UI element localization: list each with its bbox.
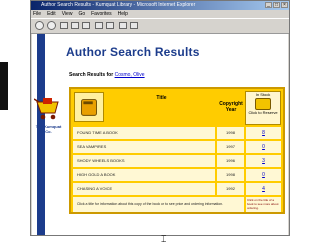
copyright-year: 1996 <box>217 155 244 167</box>
column-copyright: Copyright Year <box>219 91 243 125</box>
forward-icon[interactable] <box>47 21 56 30</box>
column-in-stock: In Stock Click to Reserve <box>245 91 281 125</box>
menu-view[interactable]: View <box>62 11 73 17</box>
sidebar-stripe <box>37 34 45 235</box>
column-copyright-label: Copyright Year <box>219 101 243 113</box>
table-footer: Click a title for information about this… <box>73 197 281 212</box>
search-icon[interactable] <box>95 22 103 29</box>
back-icon[interactable] <box>35 21 44 30</box>
left-edge-mark <box>0 62 8 110</box>
page-title: Author Search Results <box>66 45 200 59</box>
stop-icon[interactable] <box>60 22 68 29</box>
page-content: The Kumquat Co. Author Search Results Se… <box>32 34 288 235</box>
menu-file[interactable]: File <box>33 11 41 17</box>
mail-icon[interactable] <box>130 22 138 29</box>
in-stock-link[interactable]: 0 <box>246 141 281 153</box>
search-summary-label: Search Results for <box>69 72 114 78</box>
column-in-stock-label: In Stock <box>255 92 271 97</box>
book-title[interactable]: FOUND TIME A BOOK <box>73 127 215 139</box>
author-link[interactable]: Cosmo, Olive <box>115 72 145 78</box>
in-stock-link[interactable]: 3 <box>246 155 281 167</box>
print-icon[interactable] <box>119 22 127 29</box>
window-title: Author Search Results - Kumquat Library … <box>41 2 196 8</box>
minimize-icon[interactable]: _ <box>265 2 272 8</box>
browser-toolbar <box>31 18 289 34</box>
menu-edit[interactable]: Edit <box>47 11 56 17</box>
in-stock-link[interactable]: 4 <box>246 183 281 195</box>
copyright-year: 1998 <box>217 169 244 181</box>
menu-go[interactable]: Go <box>78 11 85 17</box>
search-summary: Search Results for Cosmo, Olive <box>69 72 145 78</box>
table-header: Title Copyright Year In Stock Click to R… <box>71 89 283 126</box>
title-bar: Author Search Results - Kumquat Library … <box>31 1 289 10</box>
copyright-year: 1997 <box>217 141 244 153</box>
in-stock-link[interactable]: 0 <box>246 169 281 181</box>
close-icon[interactable]: × <box>281 2 288 8</box>
book-icon <box>74 92 104 122</box>
reserve-book-icon <box>255 98 271 110</box>
refresh-icon[interactable] <box>71 22 79 29</box>
column-title: Title <box>156 95 167 101</box>
copyright-year: 1998 <box>217 127 244 139</box>
footer-note: Click a title for information about this… <box>73 197 244 212</box>
footer-side-note: Click on the title of a book to see more… <box>246 197 281 212</box>
favorites-icon[interactable] <box>106 22 114 29</box>
table-row: SHODY WHEELS BOOKS 1996 3 <box>73 155 281 167</box>
menu-help[interactable]: Help <box>118 11 128 17</box>
results-table: Title Copyright Year In Stock Click to R… <box>69 87 285 214</box>
home-icon[interactable] <box>82 22 90 29</box>
table-body: FOUND TIME A BOOK 1998 8 SEA VAMPIRES 19… <box>73 127 281 197</box>
browser-window: Author Search Results - Kumquat Library … <box>30 0 290 236</box>
table-row: CHASING A VOICE 1992 4 <box>73 183 281 195</box>
table-row: SEA VAMPIRES 1997 0 <box>73 141 281 153</box>
table-row: HIGH GOLD A BOOK 1998 0 <box>73 169 281 181</box>
book-title[interactable]: HIGH GOLD A BOOK <box>73 169 215 181</box>
left-sidebar: The Kumquat Co. <box>32 34 65 235</box>
book-title[interactable]: CHASING A VOICE <box>73 183 215 195</box>
maximize-icon[interactable]: □ <box>273 2 280 8</box>
book-title[interactable]: SHODY WHEELS BOOKS <box>73 155 215 167</box>
shopping-cart-icon[interactable] <box>34 96 62 122</box>
book-title[interactable]: SEA VAMPIRES <box>73 141 215 153</box>
logo-text: The Kumquat Co. <box>35 124 62 134</box>
cursor-icon: ⌶ <box>161 234 167 244</box>
column-in-stock-note: Click to Reserve <box>248 110 278 115</box>
window-controls: _ □ × <box>265 2 288 8</box>
menu-favorites[interactable]: Favorites <box>91 11 112 17</box>
in-stock-link[interactable]: 8 <box>246 127 281 139</box>
copyright-year: 1992 <box>217 183 244 195</box>
menu-bar: File Edit View Go Favorites Help <box>33 11 128 17</box>
table-row: FOUND TIME A BOOK 1998 8 <box>73 127 281 139</box>
